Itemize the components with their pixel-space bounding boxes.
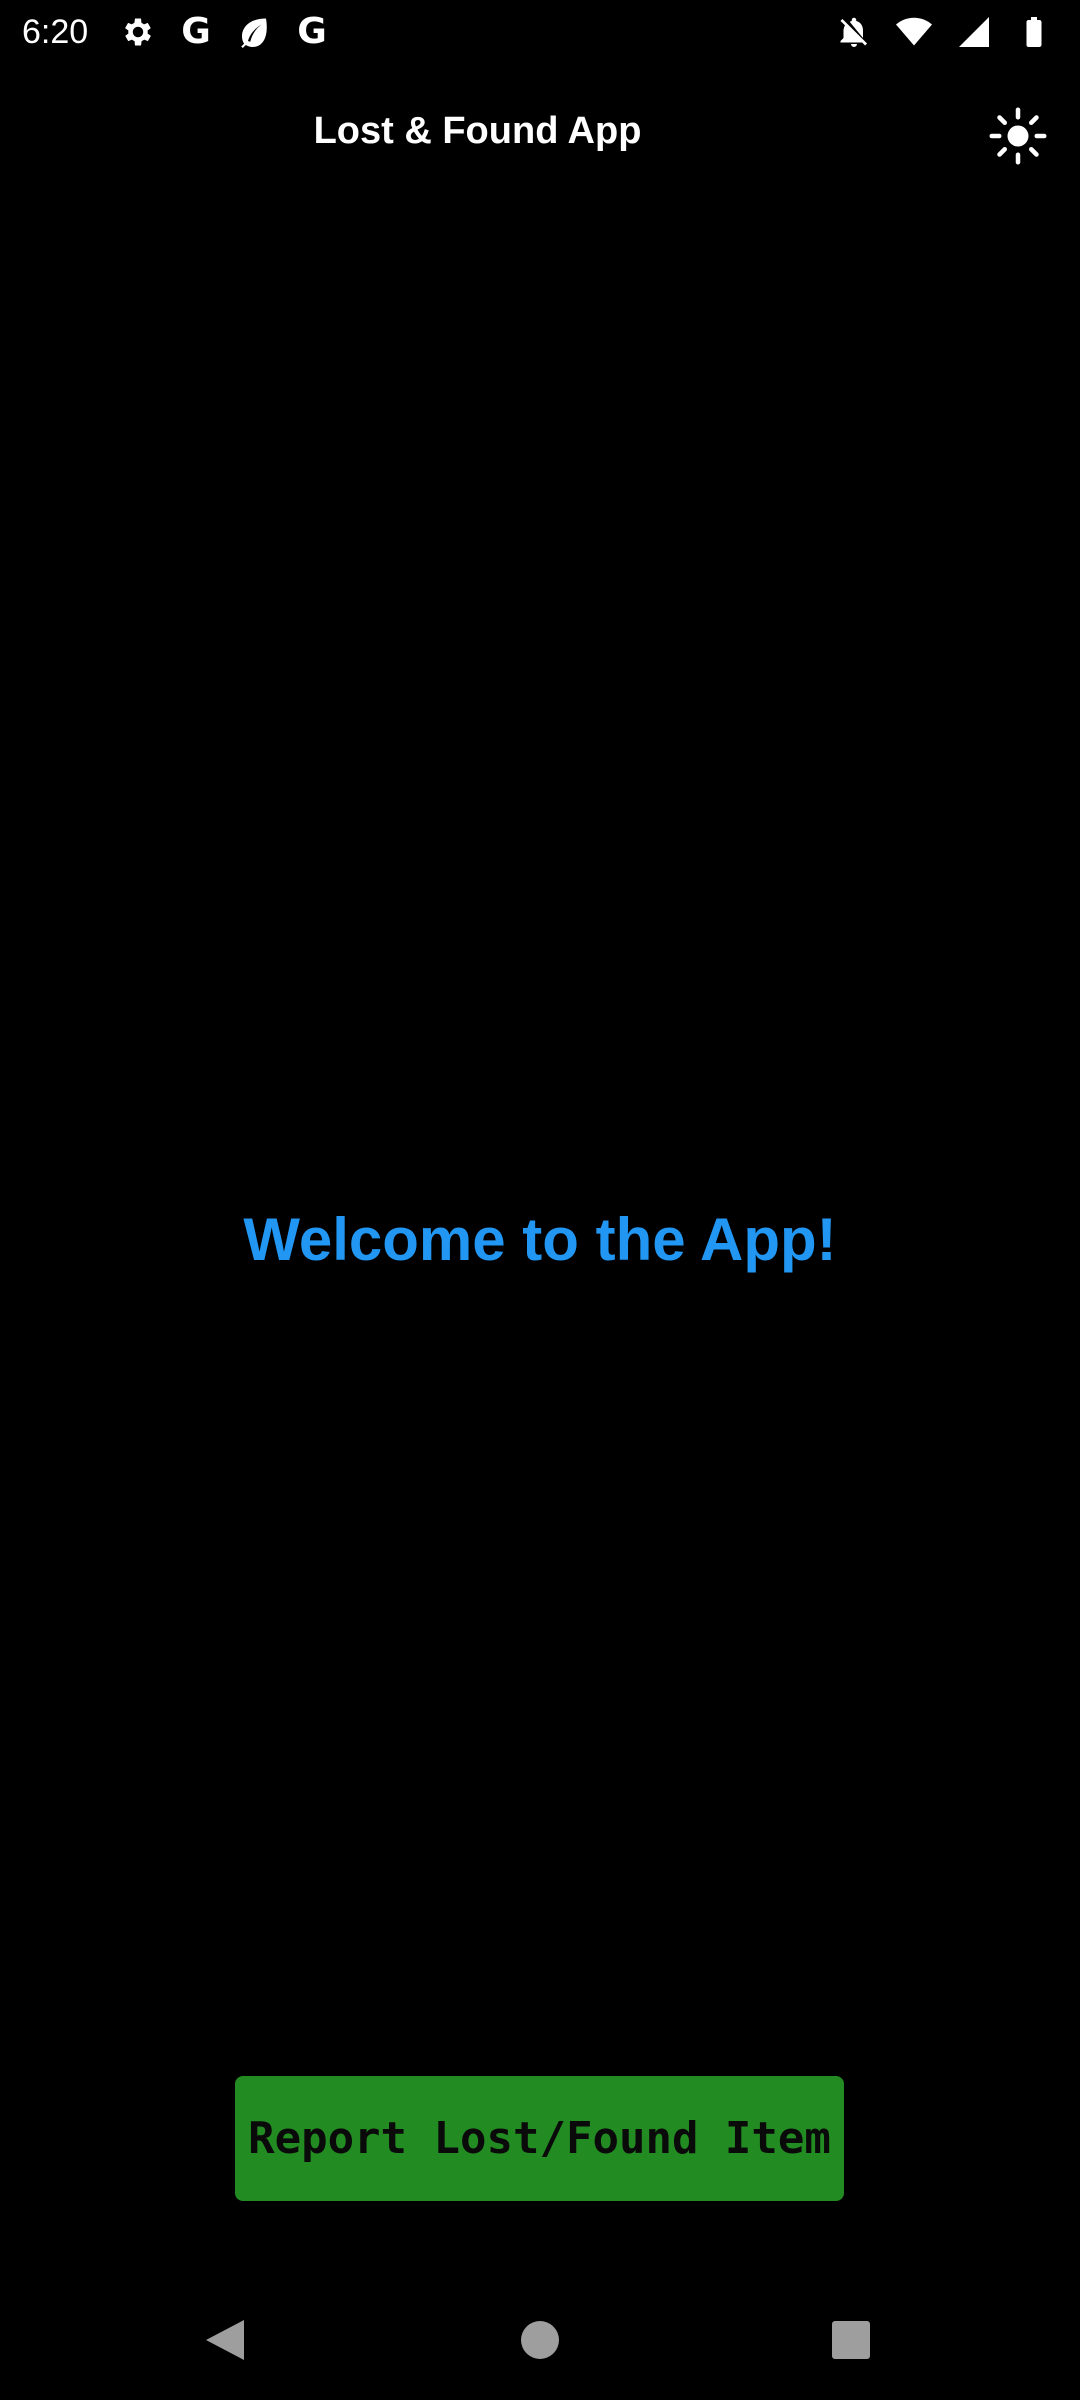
google-icon: G: [181, 11, 211, 52]
status-left-icons: G G: [118, 12, 332, 52]
cell-signal-icon: [954, 12, 994, 52]
recents-icon: [832, 2321, 870, 2359]
notifications-off-icon: [834, 12, 874, 52]
welcome-text: Welcome to the App!: [243, 1206, 837, 1273]
home-icon: [521, 2321, 559, 2359]
back-button[interactable]: [188, 2302, 264, 2378]
report-item-button[interactable]: Report Lost/Found Item: [235, 2076, 844, 2201]
google-icon: G: [297, 11, 327, 52]
app-title: Lost & Found App: [313, 110, 642, 152]
wifi-icon: [894, 12, 934, 52]
home-button[interactable]: [502, 2302, 578, 2378]
back-icon: [206, 2320, 244, 2360]
app-bar: Lost & Found App: [0, 64, 1080, 208]
sun-icon: [989, 107, 1047, 165]
recents-button[interactable]: [813, 2302, 889, 2378]
status-bar: 6:20 G G: [0, 0, 1080, 64]
status-time: 6:20: [22, 13, 89, 51]
leaf-icon: [234, 12, 274, 52]
status-right-icons: [834, 12, 1054, 52]
theme-toggle-button[interactable]: [986, 104, 1050, 168]
system-nav-bar: [0, 2280, 1080, 2400]
battery-icon: [1014, 12, 1054, 52]
settings-icon: [118, 12, 158, 52]
